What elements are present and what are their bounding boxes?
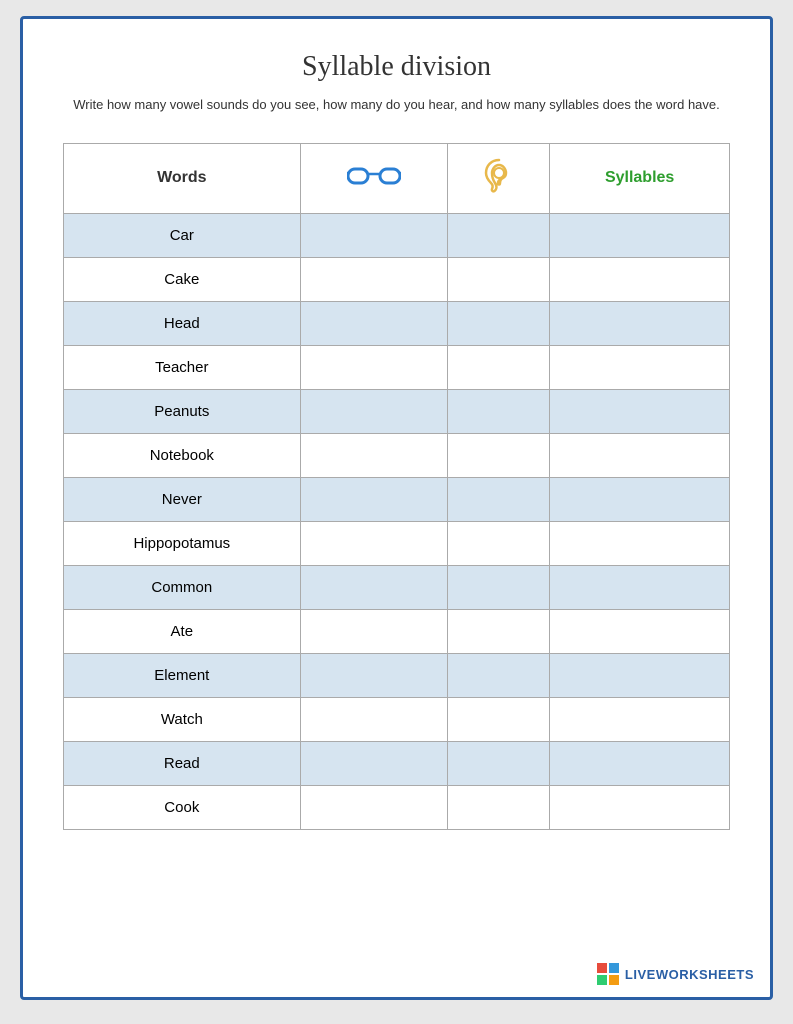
see-cell[interactable] [300,521,448,565]
hear-cell[interactable] [448,609,550,653]
see-cell[interactable] [300,785,448,829]
word-cell: Watch [64,697,301,741]
hear-cell[interactable] [448,565,550,609]
table-row: Watch [64,697,730,741]
hear-cell[interactable] [448,477,550,521]
hear-cell[interactable] [448,213,550,257]
see-cell[interactable] [300,741,448,785]
word-cell: Ate [64,609,301,653]
table-row: Notebook [64,433,730,477]
worksheet-page: Syllable division Write how many vowel s… [20,16,773,1000]
hear-column-header [448,143,550,213]
syllables-cell[interactable] [550,565,730,609]
word-cell: Element [64,653,301,697]
instructions-text: Write how many vowel sounds do you see, … [63,95,730,115]
table-row: Cake [64,257,730,301]
logo-text: LIVEWORKSHEETS [625,967,754,982]
syllables-cell[interactable] [550,741,730,785]
table-row: Car [64,213,730,257]
table-row: Head [64,301,730,345]
see-cell[interactable] [300,433,448,477]
table-row: Hippopotamus [64,521,730,565]
syllable-table: Words [63,143,730,830]
see-cell[interactable] [300,345,448,389]
hear-cell[interactable] [448,741,550,785]
word-cell: Cake [64,257,301,301]
logo-square-green [597,975,607,985]
see-cell[interactable] [300,301,448,345]
syllables-column-header: Syllables [550,143,730,213]
see-cell[interactable] [300,477,448,521]
table-row: Read [64,741,730,785]
word-cell: Read [64,741,301,785]
table-row: Element [64,653,730,697]
syllables-cell[interactable] [550,257,730,301]
syllables-cell[interactable] [550,345,730,389]
logo-square-orange [609,975,619,985]
table-row: Never [64,477,730,521]
word-cell: Notebook [64,433,301,477]
hear-cell[interactable] [448,301,550,345]
words-column-header: Words [64,143,301,213]
hear-cell[interactable] [448,257,550,301]
see-cell[interactable] [300,697,448,741]
hear-cell[interactable] [448,785,550,829]
page-title: Syllable division [63,51,730,83]
ear-icon [483,158,515,194]
see-cell[interactable] [300,653,448,697]
table-row: Peanuts [64,389,730,433]
hear-cell[interactable] [448,345,550,389]
footer: LIVEWORKSHEETS [597,963,754,985]
syllables-cell[interactable] [550,213,730,257]
hear-cell[interactable] [448,521,550,565]
see-cell[interactable] [300,565,448,609]
syllables-cell[interactable] [550,653,730,697]
logo-square-red [597,963,607,973]
liveworksheets-logo: LIVEWORKSHEETS [597,963,754,985]
hear-cell[interactable] [448,433,550,477]
table-row: Ate [64,609,730,653]
see-column-header [300,143,448,213]
see-cell[interactable] [300,389,448,433]
syllables-cell[interactable] [550,697,730,741]
word-cell: Never [64,477,301,521]
syllables-cell[interactable] [550,609,730,653]
table-row: Cook [64,785,730,829]
syllables-cell[interactable] [550,521,730,565]
syllables-cell[interactable] [550,433,730,477]
word-cell: Teacher [64,345,301,389]
word-cell: Hippopotamus [64,521,301,565]
word-cell: Cook [64,785,301,829]
table-row: Common [64,565,730,609]
glasses-icon [347,164,401,188]
syllables-cell[interactable] [550,389,730,433]
table-row: Teacher [64,345,730,389]
word-cell: Car [64,213,301,257]
logo-squares [597,963,619,985]
word-cell: Common [64,565,301,609]
see-cell[interactable] [300,257,448,301]
hear-cell[interactable] [448,697,550,741]
see-cell[interactable] [300,609,448,653]
syllables-cell[interactable] [550,301,730,345]
see-cell[interactable] [300,213,448,257]
syllables-cell[interactable] [550,785,730,829]
logo-square-blue [609,963,619,973]
syllables-cell[interactable] [550,477,730,521]
hear-cell[interactable] [448,389,550,433]
hear-cell[interactable] [448,653,550,697]
word-cell: Head [64,301,301,345]
word-cell: Peanuts [64,389,301,433]
